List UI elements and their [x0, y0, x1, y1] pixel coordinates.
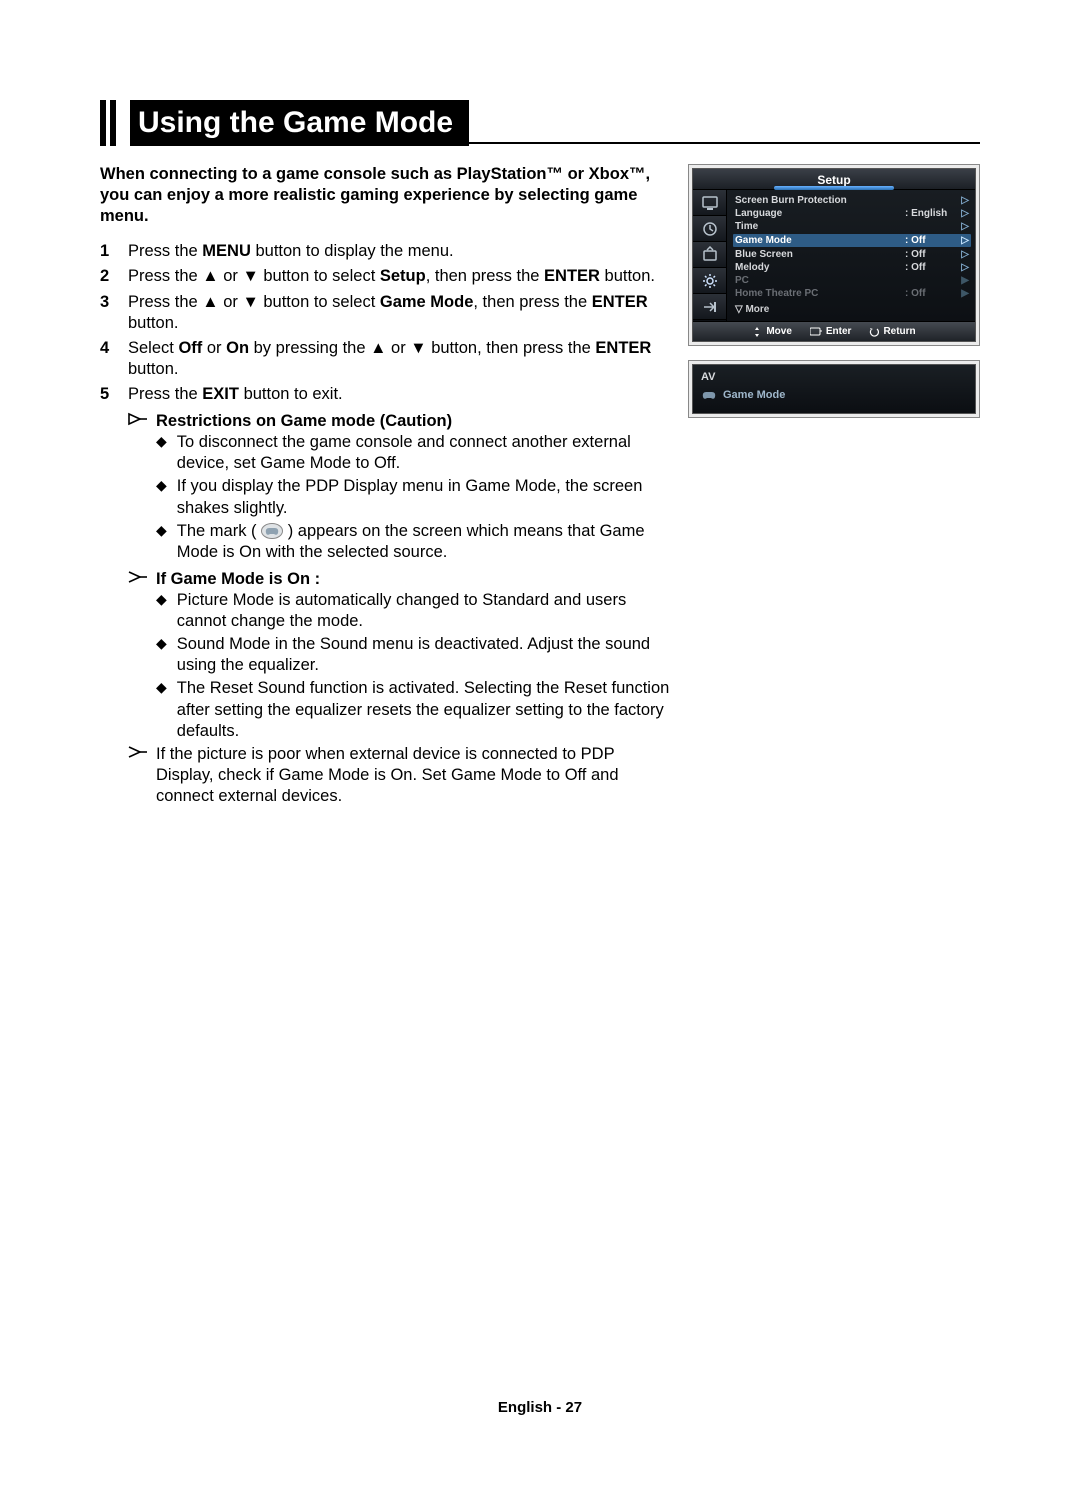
- restrictions-list: To disconnect the game console and conne…: [156, 432, 670, 563]
- ifon-item: Picture Mode is automatically changed to…: [177, 590, 670, 632]
- osd-tab-setup-icon: [693, 268, 726, 294]
- osd-footer-move: Move: [752, 326, 792, 337]
- osd-footer: Move Enter Return: [693, 321, 975, 341]
- ifon-heading-row: If Game Mode is On :: [128, 569, 670, 590]
- page-footer: English - 27: [0, 1399, 1080, 1416]
- osd-footer-return: Return: [869, 326, 915, 337]
- step-number: 2: [100, 266, 128, 287]
- osd-tab-input-icon: [693, 294, 726, 320]
- restrictions-heading-row: Restrictions on Game mode (Caution): [128, 411, 670, 432]
- step-text: Press the EXIT button to exit.: [128, 384, 670, 405]
- ifon-item: The Reset Sound function is activated. S…: [177, 678, 670, 741]
- osd-row-disabled: PC▶: [735, 274, 969, 287]
- osd-more: ▽ More: [735, 304, 969, 315]
- restriction-item: The mark ( ) appears on the screen which…: [177, 521, 670, 563]
- osd-gamemode-indicator: AV Game Mode: [688, 360, 980, 418]
- section-title-block: Using the Game Mode: [100, 100, 980, 146]
- title-decor-bars: [100, 100, 116, 146]
- restriction-item: If you display the PDP Display menu in G…: [177, 476, 670, 518]
- osd2-source-label: AV: [693, 365, 975, 385]
- osd-setup-menu: Setup Screen Burn Protection▷ Language: …: [688, 164, 980, 346]
- gamepad-icon: [261, 523, 283, 539]
- step-number: 1: [100, 241, 128, 262]
- restriction-item: To disconnect the game console and conne…: [177, 432, 670, 474]
- step-text: Press the ▲ or ▼ button to select Game M…: [128, 292, 670, 334]
- osd-row-selected: Game Mode: Off▷: [733, 234, 971, 247]
- osd-row: Time▷: [735, 220, 969, 233]
- osd2-gamemode-row: Game Mode: [693, 385, 975, 413]
- restrictions-heading: Restrictions on Game mode (Caution): [156, 412, 452, 430]
- osd-row: Blue Screen: Off▷: [735, 248, 969, 261]
- osd-row: Language: English▷: [735, 207, 969, 220]
- osd-footer-enter: Enter: [810, 326, 852, 337]
- osd-row-disabled: Home Theatre PC: Off▶: [735, 287, 969, 300]
- osd-row: Melody: Off▷: [735, 261, 969, 274]
- osd-tab-picture-icon: [693, 190, 726, 216]
- osd-tab-sound-icon: [693, 216, 726, 242]
- ifon-list: Picture Mode is automatically changed to…: [156, 590, 670, 742]
- poor-picture-note: If the picture is poor when external dev…: [156, 744, 670, 807]
- chevron-right-icon: [128, 569, 150, 590]
- ifon-heading: If Game Mode is On :: [156, 570, 320, 588]
- intro-paragraph: When connecting to a game console such a…: [100, 164, 670, 227]
- step-text: Press the MENU button to display the men…: [128, 241, 670, 262]
- step-number: 3: [100, 292, 128, 334]
- chevron-right-icon: [128, 411, 150, 432]
- ifon-item: Sound Mode in the Sound menu is deactiva…: [177, 634, 670, 676]
- step-text: Press the ▲ or ▼ button to select Setup,…: [128, 266, 670, 287]
- osd-category-tabs: [693, 190, 727, 321]
- page-title: Using the Game Mode: [130, 100, 469, 146]
- title-rule: [469, 142, 980, 144]
- step-text: Select Off or On by pressing the ▲ or ▼ …: [128, 338, 670, 380]
- osd-tab-channel-icon: [693, 242, 726, 268]
- poor-picture-note-row: If the picture is poor when external dev…: [128, 744, 670, 807]
- osd-row: Screen Burn Protection▷: [735, 194, 969, 207]
- chevron-right-icon: [128, 744, 150, 807]
- instruction-list: 1 Press the MENU button to display the m…: [100, 241, 670, 405]
- step-number: 4: [100, 338, 128, 380]
- step-number: 5: [100, 384, 128, 405]
- osd-title: Setup: [693, 169, 975, 190]
- gamepad-icon: [701, 389, 717, 401]
